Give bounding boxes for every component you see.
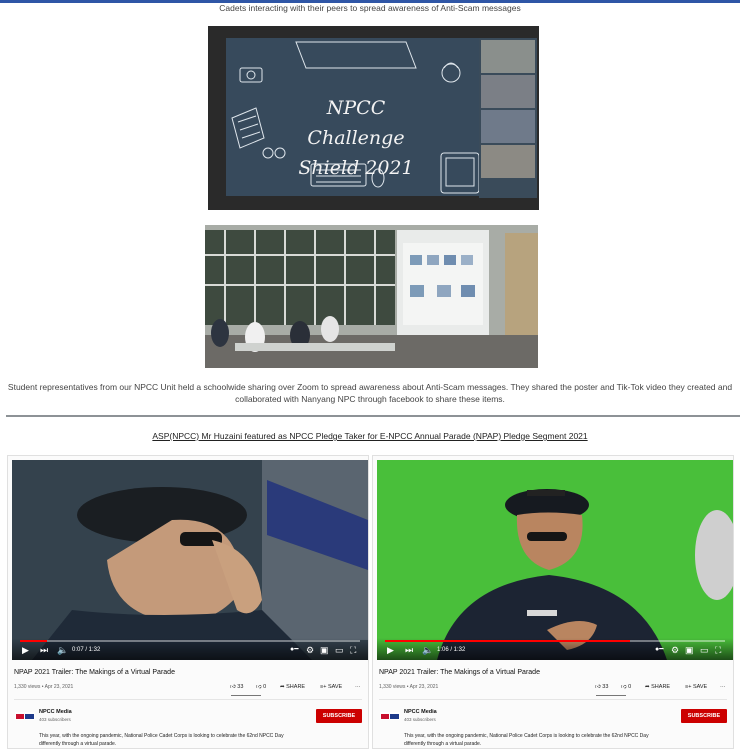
autoplay-toggle[interactable]: ●━ — [290, 645, 298, 655]
play-icon[interactable]: ▶ — [387, 645, 394, 655]
save-playlist-icon: ≡+ — [320, 684, 327, 690]
volume-icon[interactable]: 🔈 — [57, 645, 68, 655]
card-divider — [379, 699, 727, 700]
next-icon[interactable]: ⏭ — [405, 645, 413, 655]
youtube-embed-2: ▶ ⏭ 🔈 1:06 / 1:32 ●━ ⚙ ▣ ▭ ⛶ NPAP 2021 T… — [372, 455, 734, 749]
autoplay-toggle[interactable]: ●━ — [655, 645, 663, 655]
card-divider — [14, 699, 362, 700]
seek-bar-played — [385, 640, 630, 642]
theater-icon[interactable]: ▭ — [335, 645, 344, 655]
like-ratio-bar — [231, 695, 261, 696]
video-time: 1:06 / 1:32 — [437, 647, 466, 653]
share-icon: ➦ — [280, 684, 285, 690]
video-title[interactable]: NPAP 2021 Trailer: The Makings of a Virt… — [14, 668, 175, 677]
dislike-button[interactable]: 👎︎ 0 — [256, 683, 266, 691]
video-frame-cadet-pledge — [377, 460, 733, 660]
more-actions-button[interactable]: ··· — [355, 683, 361, 691]
fullscreen-icon[interactable]: ⛶ — [350, 645, 356, 655]
thumbs-down-icon: 👎︎ — [621, 684, 627, 690]
channel-name[interactable]: NPCC Media — [39, 709, 72, 716]
share-button[interactable]: ➦ SHARE — [280, 683, 305, 691]
video-time: 0:07 / 1:32 — [72, 647, 101, 653]
video-title[interactable]: NPAP 2021 Trailer: The Makings of a Virt… — [379, 668, 540, 677]
gear-icon[interactable]: ⚙ — [671, 645, 679, 655]
video-description: This year, with the ongoing pandemic, Na… — [404, 733, 649, 747]
play-icon[interactable]: ▶ — [22, 645, 29, 655]
volume-icon[interactable]: 🔈 — [422, 645, 433, 655]
share-icon: ➦ — [645, 684, 650, 690]
slide-title: NPCC Challenge Shield 2021 — [298, 97, 414, 179]
thumbs-down-icon: 👎︎ — [256, 684, 262, 690]
section-divider — [6, 415, 740, 417]
image-caption-top: Cadets interacting with their peers to s… — [219, 3, 521, 13]
classroom-photo — [205, 225, 538, 368]
presentation-slide: NPCC Challenge Shield 2021 — [226, 38, 479, 196]
share-button[interactable]: ➦ SHARE — [645, 683, 670, 691]
classroom-scene — [205, 225, 538, 368]
save-button[interactable]: ≡+ SAVE — [685, 683, 707, 691]
video-meta: 1,330 views • Apr 23, 2021 — [379, 684, 439, 690]
thumbs-up-icon: 👍︎ — [230, 684, 236, 690]
like-button[interactable]: 👍︎ 33 — [595, 683, 608, 691]
player-controls: ▶ ⏭ 🔈 1:06 / 1:32 ●━ ⚙ ▣ ▭ ⛶ — [377, 638, 733, 660]
seek-bar[interactable] — [385, 640, 725, 642]
zoom-session-image: NPCC Challenge Shield 2021 — [208, 26, 539, 210]
video-description: This year, with the ongoing pandemic, Na… — [39, 733, 284, 747]
youtube-embed-1: ▶ ⏭ 🔈 0:07 / 1:32 ●━ ⚙ ▣ ▭ ⛶ NPAP 2021 T… — [7, 455, 369, 749]
theater-icon[interactable]: ▭ — [700, 645, 709, 655]
channel-name[interactable]: NPCC Media — [404, 709, 437, 716]
participant-gallery — [479, 38, 537, 198]
seek-bar-played — [20, 640, 48, 642]
image-caption-middle: Student representatives from our NPCC Un… — [7, 382, 733, 404]
section-heading-link[interactable]: ASP(NPCC) Mr Huzaini featured as NPCC Pl… — [0, 431, 740, 442]
subscribe-button[interactable]: SUBSCRIBE — [681, 709, 727, 723]
participant-video-tile — [481, 110, 535, 143]
video-frame-cadet-adjusting-cap — [12, 460, 368, 660]
dislike-button[interactable]: 👎︎ 0 — [621, 683, 631, 691]
next-icon[interactable]: ⏭ — [40, 645, 48, 655]
gear-icon[interactable]: ⚙ — [306, 645, 314, 655]
video-player[interactable]: ▶ ⏭ 🔈 0:07 / 1:32 ●━ ⚙ ▣ ▭ ⛶ — [12, 460, 368, 660]
participant-video-tile — [481, 40, 535, 73]
seek-bar[interactable] — [20, 640, 360, 642]
miniplayer-icon[interactable]: ▣ — [320, 645, 329, 655]
channel-logo[interactable] — [380, 710, 400, 722]
more-actions-button[interactable]: ··· — [720, 683, 726, 691]
like-ratio-bar — [596, 695, 626, 696]
video-player[interactable]: ▶ ⏭ 🔈 1:06 / 1:32 ●━ ⚙ ▣ ▭ ⛶ — [377, 460, 733, 660]
miniplayer-icon[interactable]: ▣ — [685, 645, 694, 655]
fullscreen-icon[interactable]: ⛶ — [715, 645, 721, 655]
thumbs-up-icon: 👍︎ — [595, 684, 601, 690]
subscriber-count: 403 subscribers — [39, 717, 71, 722]
subscribe-button[interactable]: SUBSCRIBE — [316, 709, 362, 723]
participant-video-tile — [481, 145, 535, 178]
channel-logo[interactable] — [15, 710, 35, 722]
video-meta: 1,330 views • Apr 23, 2021 — [14, 684, 74, 690]
like-button[interactable]: 👍︎ 33 — [230, 683, 243, 691]
save-playlist-icon: ≡+ — [685, 684, 692, 690]
participant-video-tile — [481, 75, 535, 108]
subscriber-count: 403 subscribers — [404, 717, 436, 722]
save-button[interactable]: ≡+ SAVE — [320, 683, 342, 691]
player-controls: ▶ ⏭ 🔈 0:07 / 1:32 ●━ ⚙ ▣ ▭ ⛶ — [12, 638, 368, 660]
